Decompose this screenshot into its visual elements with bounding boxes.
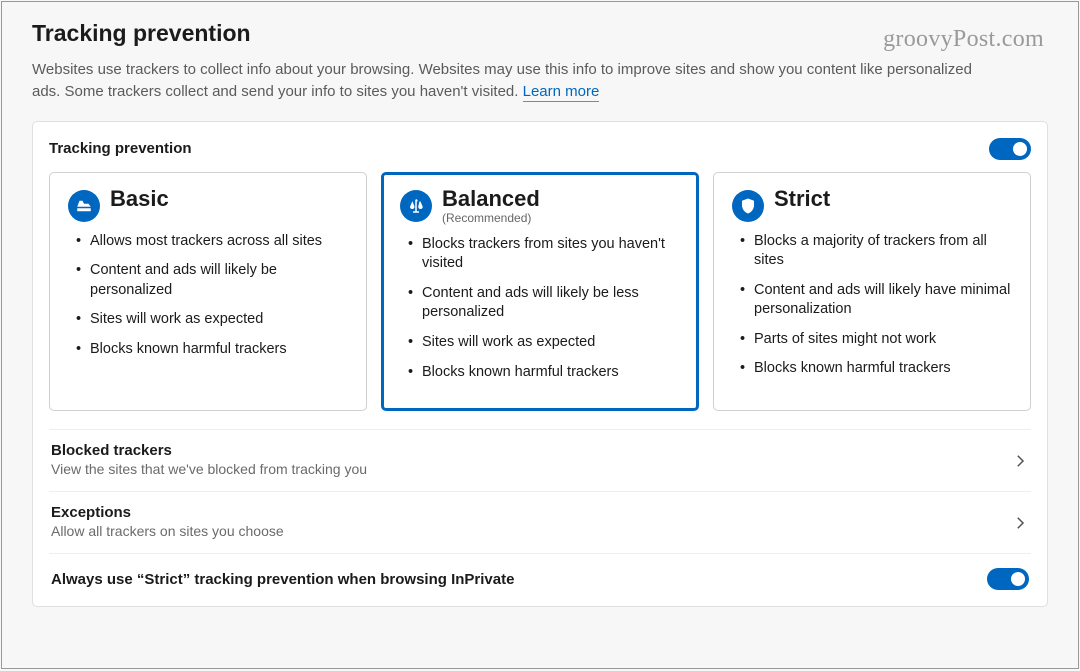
list-item: Blocks trackers from sites you haven't v… (400, 235, 680, 274)
list-item: Sites will work as expected (400, 333, 680, 353)
list-item: Allows most trackers across all sites (68, 232, 348, 252)
list-item: Blocks a majority of trackers from all s… (732, 232, 1012, 271)
level-balanced-title: Balanced (442, 187, 540, 211)
exceptions-title: Exceptions (51, 504, 1011, 521)
shield-icon (732, 190, 764, 222)
level-balanced[interactable]: Balanced (Recommended) Blocks trackers f… (381, 172, 699, 412)
blocked-trackers-subtitle: View the sites that we've blocked from t… (51, 461, 1011, 477)
balance-scale-icon (400, 190, 432, 222)
level-basic[interactable]: Basic Allows most trackers across all si… (49, 172, 367, 412)
list-item: Content and ads will likely have minimal… (732, 281, 1012, 320)
chevron-right-icon (1011, 442, 1029, 475)
chevron-right-icon (1011, 504, 1029, 537)
inprivate-strict-row: Always use “Strict” tracking prevention … (49, 553, 1031, 590)
level-balanced-subtitle: (Recommended) (442, 211, 540, 225)
level-strict-list: Blocks a majority of trackers from all s… (732, 232, 1012, 379)
blocked-trackers-title: Blocked trackers (51, 442, 1011, 459)
inprivate-strict-toggle[interactable] (987, 568, 1029, 590)
exceptions-row[interactable]: Exceptions Allow all trackers on sites y… (49, 491, 1031, 553)
levels-container: Basic Allows most trackers across all si… (49, 172, 1031, 412)
learn-more-link[interactable]: Learn more (523, 83, 600, 102)
inprivate-strict-label: Always use “Strict” tracking prevention … (51, 571, 514, 588)
list-item: Blocks known harmful trackers (400, 363, 680, 383)
blocked-trackers-row[interactable]: Blocked trackers View the sites that we'… (49, 429, 1031, 491)
list-item: Sites will work as expected (68, 310, 348, 330)
page-description-text: Websites use trackers to collect info ab… (32, 61, 972, 100)
level-strict[interactable]: Strict Blocks a majority of trackers fro… (713, 172, 1031, 412)
level-basic-list: Allows most trackers across all sites Co… (68, 232, 348, 360)
watermark-text: groovyPost.com (883, 26, 1044, 53)
panel-title: Tracking prevention (49, 140, 192, 157)
list-item: Content and ads will likely be personali… (68, 261, 348, 300)
page-description: Websites use trackers to collect info ab… (32, 59, 1002, 103)
list-item: Content and ads will likely be less pers… (400, 284, 680, 323)
tracking-prevention-toggle[interactable] (989, 138, 1031, 160)
list-item: Blocks known harmful trackers (68, 340, 348, 360)
panel-header-row: Tracking prevention (49, 138, 1031, 160)
level-strict-title: Strict (774, 187, 830, 211)
exceptions-subtitle: Allow all trackers on sites you choose (51, 523, 1011, 539)
level-balanced-list: Blocks trackers from sites you haven't v… (400, 235, 680, 382)
tracking-prevention-panel: Tracking prevention Basic Allows most tr… (32, 121, 1048, 608)
list-item: Blocks known harmful trackers (732, 359, 1012, 379)
list-item: Parts of sites might not work (732, 330, 1012, 350)
level-basic-title: Basic (110, 187, 169, 211)
basic-icon (68, 190, 100, 222)
